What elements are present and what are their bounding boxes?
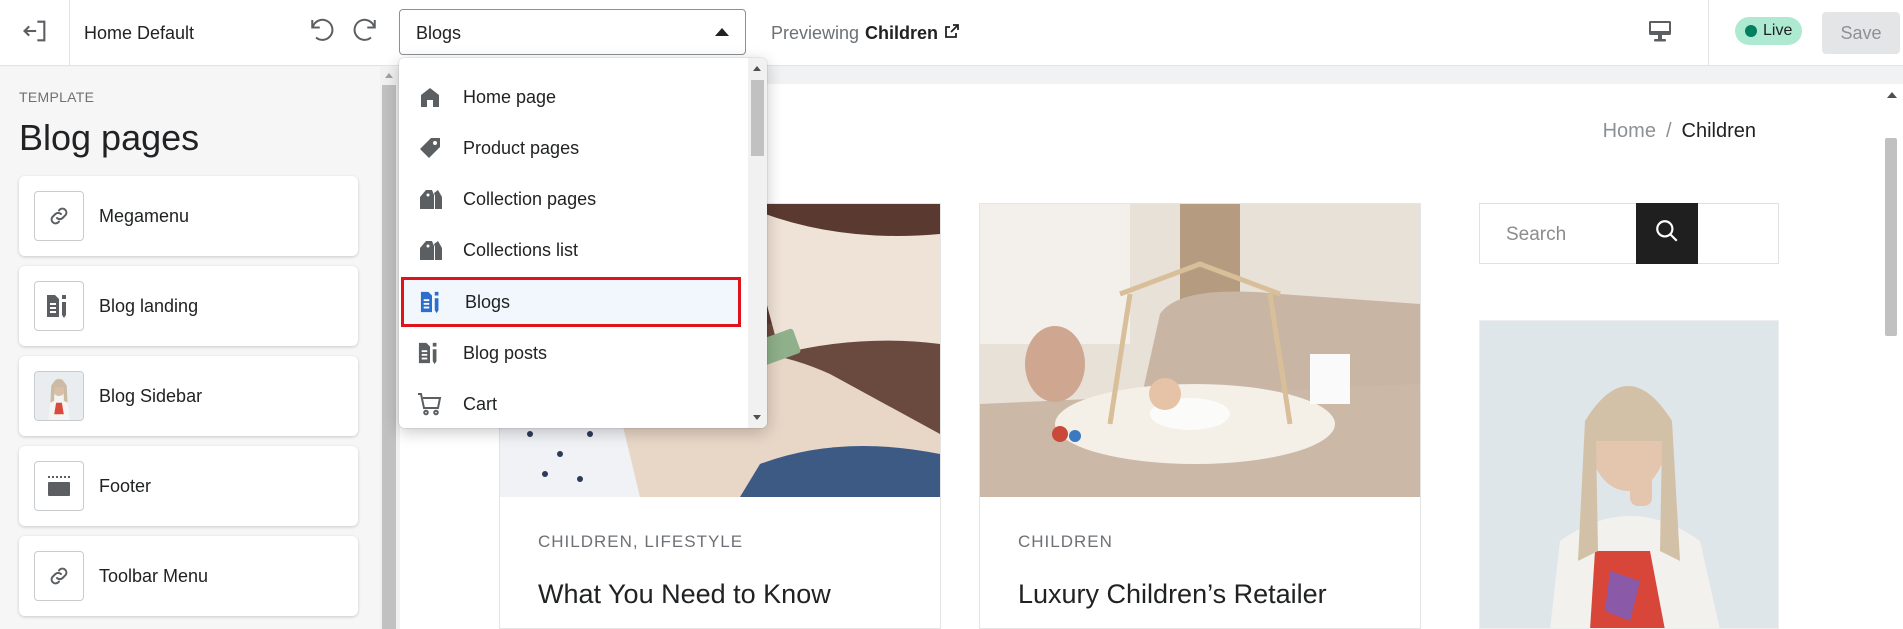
live-label: Live (1763, 22, 1793, 39)
dropdown-item-product-pages[interactable]: Product pages (399, 123, 745, 173)
dropdown-item-collections-list[interactable]: Collections list (399, 225, 745, 275)
blog-post-card[interactable]: CHILDREN Luxury Children’s Retailer (979, 203, 1421, 629)
blog-search-input[interactable]: Search (1479, 203, 1779, 264)
undo-icon (306, 15, 336, 50)
search-placeholder: Search (1506, 224, 1567, 245)
template-item-label: Footer (99, 476, 152, 496)
dropdown-item-collection-pages[interactable]: Collection pages (399, 174, 745, 224)
search-icon (1654, 218, 1680, 249)
template-item-label: Blog Sidebar (99, 386, 203, 406)
dropdown-item-blog-posts[interactable]: Blog posts (399, 328, 745, 378)
dropdown-item-cart[interactable]: Cart (399, 379, 745, 428)
desktop-icon (1647, 19, 1673, 48)
sidebar-scrollbar-thumb[interactable] (382, 85, 396, 629)
preview-scrollbar[interactable] (1880, 84, 1903, 629)
breadcrumb-separator: / (1665, 120, 1672, 142)
device-preview-button[interactable] (1640, 14, 1680, 52)
theme-name: Home Default (84, 23, 195, 43)
collection-icon (417, 238, 443, 262)
blog-icon (34, 281, 84, 331)
dropdown-item-blogs[interactable]: Blogs (401, 277, 741, 327)
dropdown-item-label: Blogs (465, 292, 511, 312)
template-item-label: Toolbar Menu (99, 566, 209, 586)
blog-post-image (980, 204, 1420, 497)
breadcrumb: Home / Children (1603, 120, 1756, 143)
scroll-down-arrow-icon[interactable] (753, 415, 761, 420)
breadcrumb-current: Children (1681, 120, 1756, 142)
scroll-up-arrow-icon[interactable] (385, 73, 393, 78)
redo-icon (351, 15, 381, 50)
external-link-icon (944, 0, 960, 66)
dropdown-item-label: Collections list (463, 240, 579, 260)
previewing-target: Children (865, 23, 939, 43)
previewing-label: Previewing (771, 23, 860, 43)
blog-post-tags[interactable]: CHILDREN, LIFESTYLE (538, 532, 743, 552)
blog-icon (419, 290, 445, 314)
dropdown-item-label: Home page (463, 87, 557, 107)
template-sidebar: TEMPLATE Blog pages Megamenu Blog landin… (0, 67, 380, 629)
cart-icon (417, 392, 443, 416)
template-item-label: Megamenu (99, 206, 190, 226)
template-item-blog-sidebar[interactable]: Blog Sidebar (19, 356, 358, 436)
scroll-up-arrow-icon[interactable] (1887, 92, 1897, 98)
dropdown-item-label: Collection pages (463, 189, 597, 209)
template-select-value: Blogs (416, 23, 462, 43)
save-button[interactable]: Save (1822, 12, 1900, 54)
template-item-megamenu[interactable]: Megamenu (19, 176, 358, 256)
link-icon (34, 191, 84, 241)
caret-up-icon (715, 28, 729, 36)
link-icon (34, 551, 84, 601)
blog-post-title[interactable]: Luxury Children’s Retailer (1018, 579, 1327, 610)
dropdown-scrollbar-thumb[interactable] (751, 80, 764, 156)
sidebar-title: Blog pages (19, 117, 200, 158)
live-status-dot (1745, 25, 1757, 37)
sidebar-eyebrow: TEMPLATE (19, 89, 95, 105)
dropdown-scrollbar[interactable] (748, 58, 767, 428)
redo-button[interactable] (348, 14, 384, 50)
sidebar-scrollbar[interactable] (380, 67, 398, 629)
previewing-link[interactable]: Previewing Children (771, 0, 960, 66)
exit-button[interactable] (0, 0, 70, 66)
preview-scrollbar-thumb[interactable] (1885, 138, 1897, 336)
sidebar-promo-image (1479, 320, 1779, 629)
template-dropdown-menu: Home page Product pages Collection pages… (399, 58, 767, 428)
template-item-footer[interactable]: Footer (19, 446, 358, 526)
blog-search-button[interactable] (1636, 203, 1698, 264)
template-item-label: Blog landing (99, 296, 199, 316)
template-item-toolbar-menu[interactable]: Toolbar Menu (19, 536, 358, 616)
blog-post-title[interactable]: What You Need to Know (538, 579, 831, 610)
template-item-blog-landing[interactable]: Blog landing (19, 266, 358, 346)
blog-icon (417, 341, 443, 365)
image-thumbnail (34, 371, 84, 421)
topbar-divider (1708, 0, 1709, 66)
dropdown-item-label: Cart (463, 394, 498, 414)
live-status-badge: Live (1735, 17, 1803, 45)
home-icon (417, 85, 443, 109)
scroll-up-arrow-icon[interactable] (753, 66, 761, 71)
breadcrumb-home-link[interactable]: Home (1603, 120, 1656, 143)
dropdown-item-label: Product pages (463, 138, 580, 158)
template-select[interactable]: Blogs (399, 9, 746, 55)
collection-icon (417, 187, 443, 211)
tag-icon (417, 136, 443, 160)
exit-icon (21, 17, 49, 50)
dropdown-item-home-page[interactable]: Home page (399, 72, 745, 122)
footer-icon (34, 461, 84, 511)
dropdown-item-label: Blog posts (463, 343, 548, 363)
editor-topbar: Home Default Blogs Previewing Children L… (0, 0, 1903, 66)
blog-post-tags[interactable]: CHILDREN (1018, 532, 1113, 552)
undo-button[interactable] (303, 14, 339, 50)
